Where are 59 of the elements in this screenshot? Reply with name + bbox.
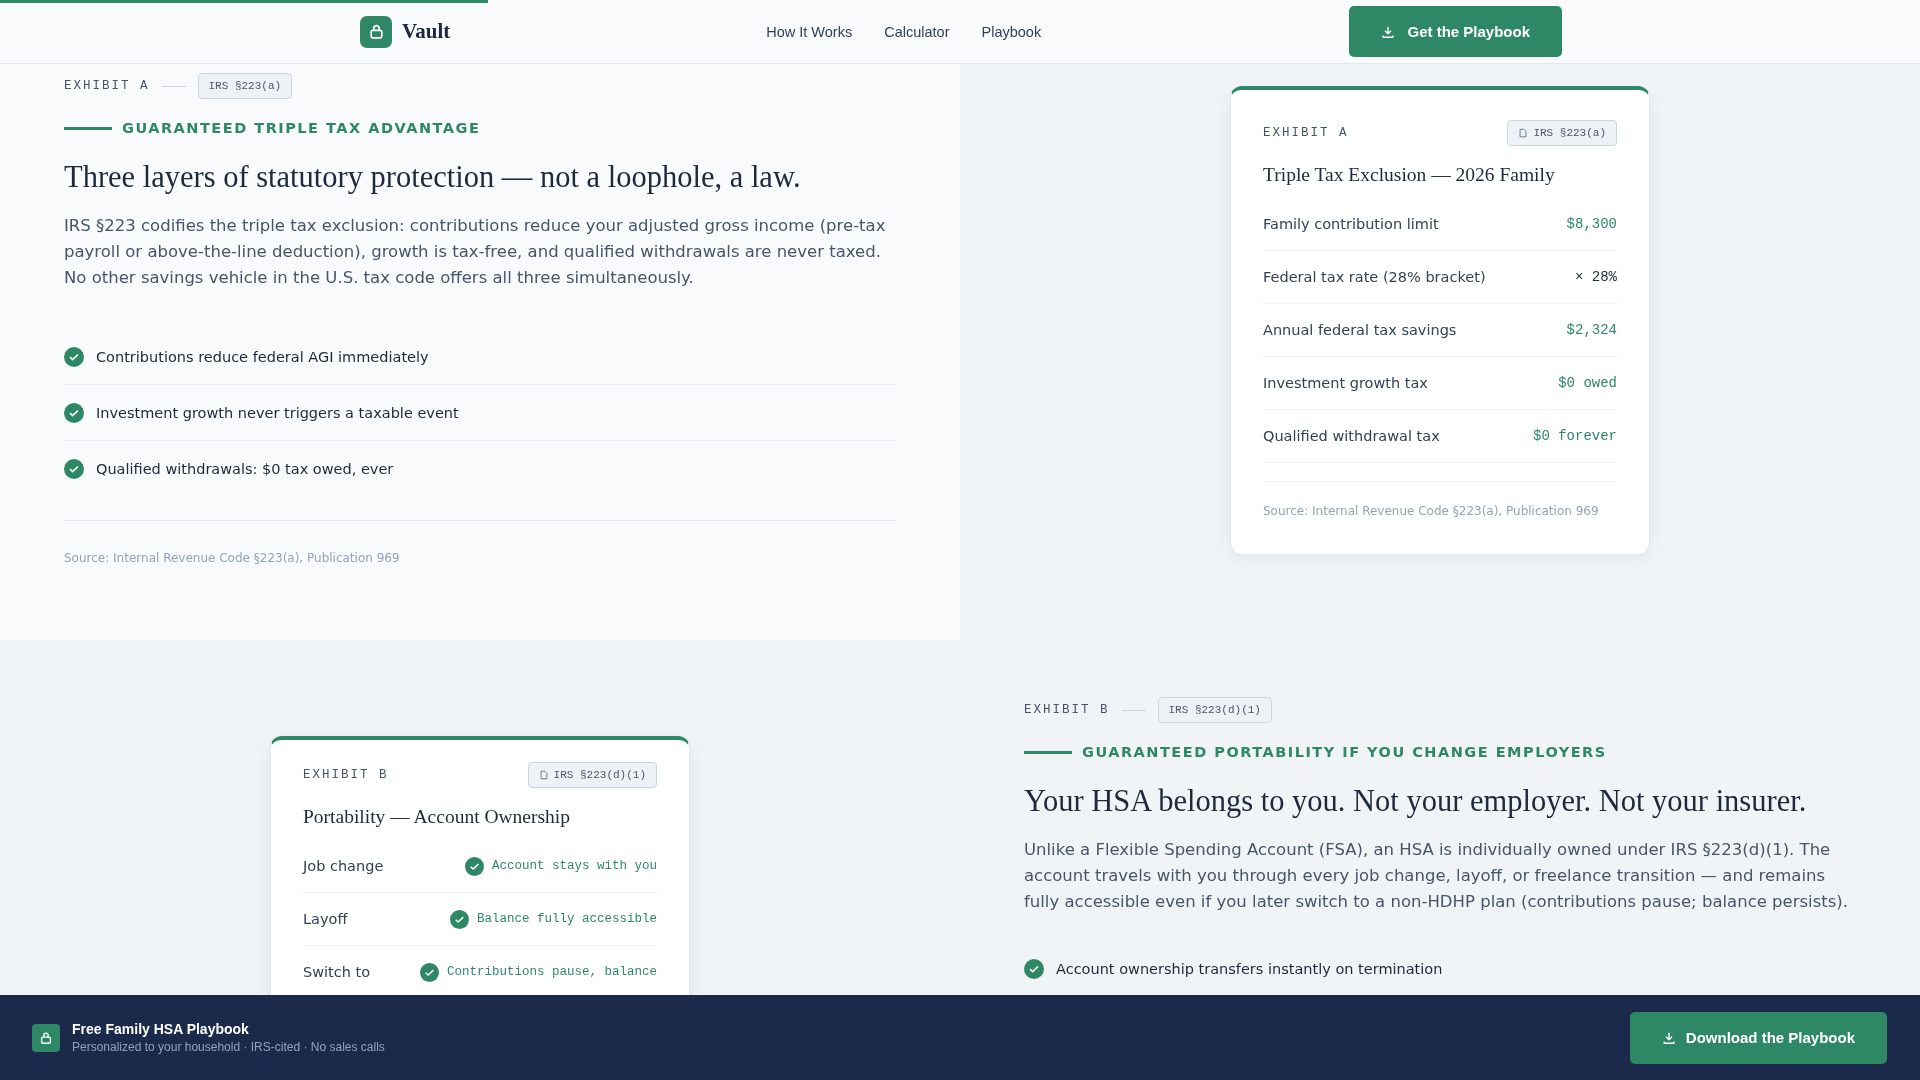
- point-text: Account ownership transfers instantly on termination: [1056, 960, 1443, 977]
- lock-glyph-icon: [39, 1030, 53, 1045]
- card-title: Triple Tax Exclusion — 2026 Family: [1263, 164, 1556, 186]
- check-icon: [64, 458, 84, 479]
- citation-tag: IRS §223(a): [1507, 120, 1617, 146]
- check-icon: [419, 962, 439, 982]
- source-note: Source: Internal Revenue Code §223(a), Publication 969: [1263, 481, 1617, 518]
- row-label: Switch to: [303, 964, 371, 980]
- row-value: Balance fully accessible: [476, 912, 657, 926]
- document-icon: [538, 770, 549, 780]
- row-value: × 28%: [1575, 269, 1617, 285]
- logo-text: Vault: [402, 19, 451, 44]
- body-text: IRS §223 codifies the triple tax exclusion: contributions reduce your adjusted gross income (pre-tax payroll or above-the-line deduction), growth is tax-free, and qualified withdrawals are never taxed. No other savings vehicle in the U.S. tax code offers all three simultaneously.: [64, 215, 887, 289]
- get-playbook-button[interactable]: Get the Playbook: [1349, 6, 1562, 57]
- row-value: $0 owed: [1558, 375, 1617, 391]
- body-text: Unlike a Flexible Spending Account (FSA), an HSA is individually owned under IRS §223(d)(1). The account travels with you through every job change, layoff, or freelance transition — and remains fully accessible even if you later switch to a non-HDHP plan (contributions pause; balance persists).: [1024, 839, 1850, 913]
- row-label: Family contribution limit: [1263, 216, 1439, 232]
- point-text: Qualified withdrawals: $0 tax owed, ever: [96, 460, 394, 477]
- row-value: $2,324: [1566, 322, 1617, 338]
- row-label: Annual federal tax savings: [1263, 322, 1457, 338]
- section-heading: Your HSA belongs to you. Not your employer. Not your insurer.: [1024, 784, 1808, 819]
- promo-title: Free Family HSA Playbook: [72, 1021, 250, 1037]
- point-text: Investment growth never triggers a taxable event: [96, 404, 459, 421]
- row-label: Job change: [303, 858, 384, 874]
- point-text: Contributions reduce federal AGI immediately: [96, 348, 429, 365]
- citation-tag: IRS §223(d)(1): [527, 762, 657, 788]
- check-icon: [449, 909, 469, 929]
- check-icon: [64, 402, 84, 423]
- row-value: Contributions pause, balance: [446, 965, 657, 979]
- download-icon: [1381, 24, 1396, 39]
- citation-tag: IRS §223(a): [197, 73, 293, 99]
- exhibit-label: EXHIBIT B: [1024, 703, 1110, 717]
- card-title: Portability — Account Ownership: [303, 806, 571, 828]
- nav-link[interactable]: Playbook: [981, 23, 1042, 40]
- check-icon: [1024, 958, 1044, 979]
- row-value: Account stays with you: [491, 859, 657, 873]
- exhibit-label: EXHIBIT A: [64, 79, 150, 93]
- download-icon: [1661, 1030, 1676, 1045]
- source-note: Source: Internal Revenue Code §223(a), Publication 969: [64, 520, 896, 565]
- lock-glyph-icon: [367, 23, 385, 40]
- row-value: $0 forever: [1533, 428, 1617, 444]
- section-heading: Three layers of statutory protection — not a loophole, a law.: [64, 160, 802, 195]
- promo-subtitle: Personalized to your household · IRS-cited · No sales calls: [72, 1040, 386, 1054]
- nav-link[interactable]: Calculator: [884, 23, 950, 40]
- document-icon: [1518, 128, 1529, 138]
- row-value: $8,300: [1566, 216, 1617, 232]
- row-label: Federal tax rate (28% bracket): [1263, 269, 1486, 285]
- eyebrow-text: GUARANTEED TRIPLE TAX ADVANTAGE: [122, 120, 481, 136]
- exhibit-label: EXHIBIT B: [303, 768, 389, 782]
- row-label: Investment growth tax: [1263, 375, 1428, 391]
- check-icon: [64, 346, 84, 367]
- exhibit-label: EXHIBIT A: [1263, 126, 1349, 140]
- download-button[interactable]: Download the Playbook: [1629, 1011, 1887, 1064]
- eyebrow-text: GUARANTEED PORTABILITY IF YOU CHANGE EMPLOYERS: [1082, 744, 1607, 760]
- nav-link[interactable]: How It Works: [766, 23, 853, 40]
- check-icon: [464, 856, 484, 876]
- citation-tag: IRS §223(d)(1): [1157, 697, 1272, 723]
- row-label: Qualified withdrawal tax: [1263, 428, 1440, 444]
- row-label: Layoff: [303, 911, 348, 927]
